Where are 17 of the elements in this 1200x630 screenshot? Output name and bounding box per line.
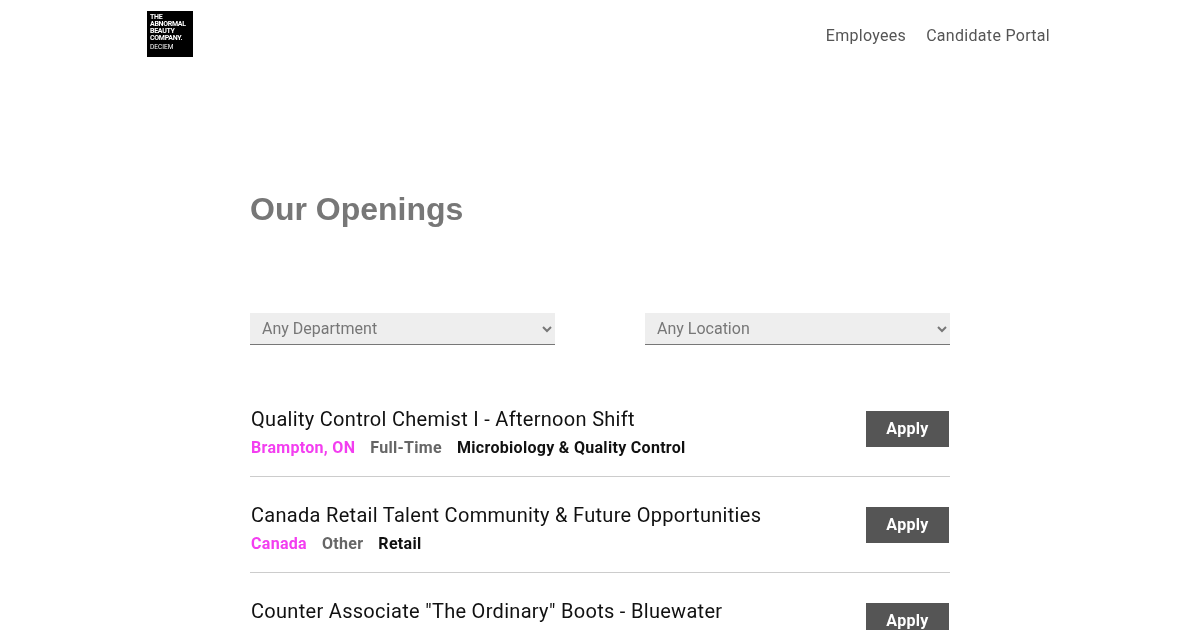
dropdown[interactable]: Any Department [250,313,555,345]
job-type: Other [321,533,364,555]
page-heading: Our Openings [250,190,465,229]
job-title[interactable]: Counter Associate "The Ordinary" Boots - Bluewater [251,597,723,625]
apply-button[interactable]: Apply [866,411,949,447]
apply-button[interactable]: Apply [866,603,949,630]
nav-link[interactable]: Candidate Portal [926,24,1050,48]
job-location: Canada [251,533,307,555]
job-department: Microbiology & Quality Control [457,437,686,459]
apply-button[interactable]: Apply [866,507,949,543]
job-department: Retail [378,533,422,555]
nav-link[interactable]: Employees [825,24,907,48]
dropdown[interactable]: Any Location [645,313,950,345]
job-title[interactable]: Quality Control Chemist I - Afternoon Shift [251,405,686,433]
job-location: Brampton, ON [251,437,356,459]
job-title[interactable]: Canada Retail Talent Community & Future Opportunities [251,501,762,529]
job-type: Full-Time [370,437,442,459]
